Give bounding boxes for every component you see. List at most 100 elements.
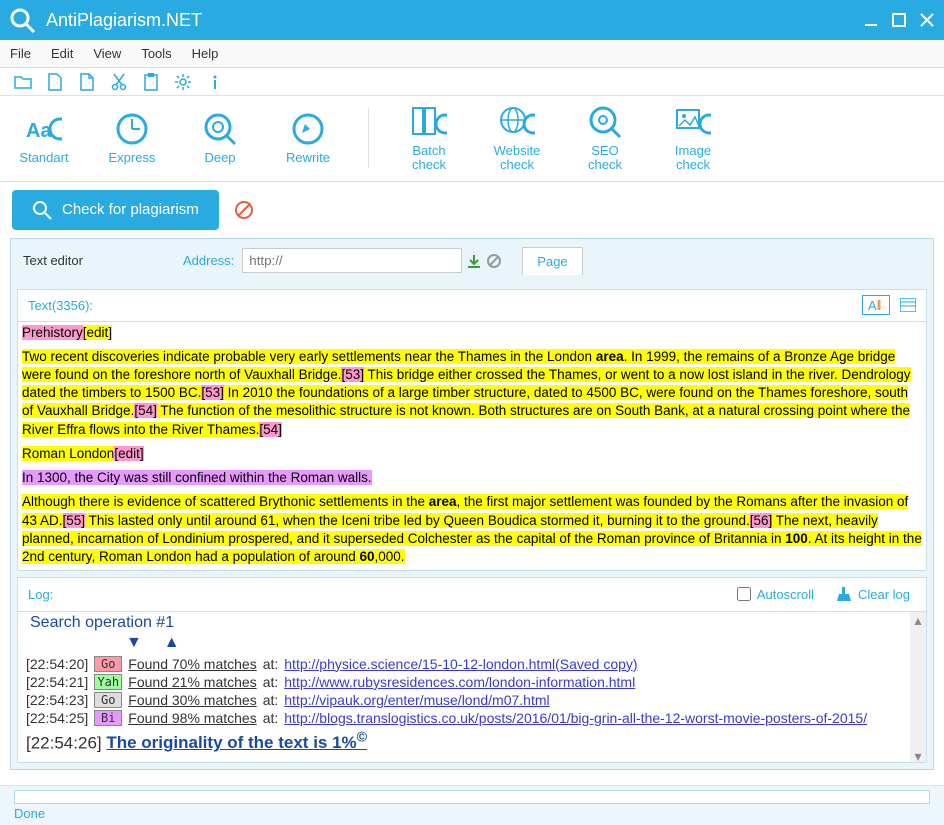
cut-icon[interactable] bbox=[110, 73, 128, 91]
text-chunk: ,000. bbox=[375, 549, 405, 564]
ribbon-website[interactable]: Website check bbox=[487, 104, 547, 173]
ribbon-express[interactable]: Express bbox=[102, 111, 162, 165]
ribbon-image[interactable]: Image check bbox=[663, 104, 723, 173]
log-found-link[interactable]: Found 98% matches bbox=[128, 710, 256, 726]
paste-icon[interactable] bbox=[142, 73, 160, 91]
progress-bar bbox=[14, 790, 930, 804]
log-at: at: bbox=[263, 674, 279, 690]
log-url-link[interactable]: http://blogs.translogistics.co.uk/posts/… bbox=[284, 710, 867, 726]
page-tab[interactable]: Page bbox=[522, 247, 582, 275]
block-icon[interactable] bbox=[486, 253, 502, 269]
log-timestamp: [22:54:20] bbox=[26, 656, 88, 672]
ribbon-seo-label: SEO check bbox=[588, 144, 622, 173]
status-text: Done bbox=[14, 806, 930, 821]
stop-icon[interactable] bbox=[235, 201, 253, 219]
menu-help[interactable]: Help bbox=[192, 46, 219, 61]
text-chunk: area bbox=[429, 494, 457, 509]
menu-tools[interactable]: Tools bbox=[141, 46, 171, 61]
text-chunk: area bbox=[596, 349, 624, 364]
ribbon-deep-label: Deep bbox=[204, 151, 235, 165]
ribbon-rewrite-label: Rewrite bbox=[286, 151, 330, 165]
address-input[interactable] bbox=[242, 248, 462, 273]
menu-view[interactable]: View bbox=[93, 46, 121, 61]
toolbar-small bbox=[0, 68, 944, 96]
text-chunk: [53] bbox=[341, 367, 364, 382]
rewrite-icon bbox=[290, 111, 326, 147]
originality-link[interactable]: The originality of the text is 1%© bbox=[106, 733, 367, 752]
titlebar: AntiPlagiarism.NET bbox=[0, 0, 944, 40]
text-chunk: [edit] bbox=[83, 325, 112, 340]
ribbon-standard[interactable]: Aa Standart bbox=[14, 111, 74, 165]
text-editor-label: Text editor bbox=[23, 253, 83, 268]
log-body[interactable]: Search operation #1 ▼ ▲ [22:54:20]GoFoun… bbox=[18, 612, 926, 762]
ribbon-seo[interactable]: SEO check bbox=[575, 104, 635, 173]
sort-down-icon[interactable]: ▼ bbox=[126, 634, 142, 651]
menubar: File Edit View Tools Help bbox=[0, 40, 944, 68]
text-chunk: [54] bbox=[134, 403, 157, 418]
autoscroll-checkbox[interactable] bbox=[737, 587, 751, 601]
ribbon-deep[interactable]: Deep bbox=[190, 111, 250, 165]
log-found-link[interactable]: Found 21% matches bbox=[128, 674, 256, 690]
ribbon-image-label: Image check bbox=[675, 144, 711, 173]
text-chunk: Roman London bbox=[22, 446, 114, 461]
log-at: at: bbox=[263, 656, 279, 672]
ribbon-batch[interactable]: Batch check bbox=[399, 104, 459, 173]
log-url-link[interactable]: http://physice.science/15-10-12-london.h… bbox=[284, 656, 637, 672]
app-title: AntiPlagiarism.NET bbox=[46, 10, 852, 31]
address-label: Address: bbox=[183, 253, 234, 268]
minimize-icon[interactable] bbox=[862, 11, 880, 29]
content-panel: Text editor Address: Page Text(3356): A … bbox=[10, 238, 934, 770]
log-url-link[interactable]: http://www.rubysresidences.com/london-in… bbox=[284, 674, 635, 690]
new-file-icon[interactable] bbox=[46, 73, 64, 91]
log-row: [22:54:25]BiFound 98% matches at: http:/… bbox=[26, 710, 918, 726]
text-chunk: [55] bbox=[63, 513, 86, 528]
highlight-icon[interactable]: A bbox=[862, 295, 890, 315]
text-chunk: In 1300, the City was still confined wit… bbox=[22, 470, 372, 485]
download-icon[interactable] bbox=[466, 253, 482, 269]
open-folder-icon[interactable] bbox=[14, 73, 32, 91]
ribbon-batch-label: Batch check bbox=[412, 144, 446, 173]
log-row: [22:54:20] Go Found 70% matches at: http:/… bbox=[26, 656, 918, 672]
close-icon[interactable] bbox=[918, 11, 936, 29]
text-panel: Text(3356): A Prehistory[edit] Two recen… bbox=[17, 289, 927, 571]
originality-line: [22:54:26] The originality of the text i… bbox=[26, 730, 918, 754]
text-chunk: Prehistory bbox=[22, 325, 83, 340]
text-chunk: Although there is evidence of scattered … bbox=[22, 494, 429, 509]
menu-file[interactable]: File bbox=[10, 46, 31, 61]
log-url-link[interactable]: http://vipauk.org/enter/muse/lond/m07.ht… bbox=[284, 692, 549, 708]
check-plagiarism-button[interactable]: Check for plagiarism bbox=[12, 190, 219, 230]
standard-icon: Aa bbox=[26, 111, 62, 147]
ribbon-standard-label: Standart bbox=[19, 151, 68, 165]
log-scrollbar[interactable]: ▴ ▾ bbox=[910, 612, 926, 762]
log-row: [22:54:23]GoFound 30% matches at: http:/… bbox=[26, 692, 918, 708]
ribbon-rewrite[interactable]: Rewrite bbox=[278, 111, 338, 165]
text-body[interactable]: Prehistory[edit] Two recent discoveries … bbox=[18, 322, 926, 570]
autoscroll-label: Autoscroll bbox=[757, 587, 814, 602]
sort-up-icon[interactable]: ▲ bbox=[164, 634, 180, 651]
log-found-link[interactable]: Found 30% matches bbox=[128, 692, 256, 708]
log-header: Log: Autoscroll Clear log bbox=[18, 578, 926, 612]
svg-text:Aa: Aa bbox=[26, 120, 52, 142]
log-found-link[interactable]: Found 70% matches bbox=[128, 656, 256, 672]
svg-text:A: A bbox=[868, 298, 877, 312]
actionbar: Check for plagiarism bbox=[0, 182, 944, 238]
log-engine-tag: Go bbox=[94, 656, 122, 672]
info-icon[interactable] bbox=[206, 73, 224, 91]
autoscroll-toggle[interactable]: Autoscroll bbox=[737, 587, 814, 602]
maximize-icon[interactable] bbox=[890, 11, 908, 29]
ribbon-separator bbox=[368, 108, 369, 168]
save-file-icon[interactable] bbox=[78, 73, 96, 91]
text-chunk: 60 bbox=[360, 549, 375, 564]
text-chunk: 100 bbox=[785, 531, 808, 546]
log-engine-tag: Go bbox=[94, 692, 122, 708]
menu-edit[interactable]: Edit bbox=[51, 46, 73, 61]
clear-log-label: Clear log bbox=[858, 587, 910, 602]
text-chunk: [56] bbox=[750, 513, 773, 528]
text-count-label: Text(3356): bbox=[28, 298, 852, 313]
text-chunk: Two recent discoveries indicate probable… bbox=[22, 349, 596, 364]
settings-gear-icon[interactable] bbox=[174, 73, 192, 91]
clear-log-button[interactable]: Clear log bbox=[830, 586, 916, 602]
layout-icon[interactable] bbox=[900, 298, 916, 312]
log-timestamp: [22:54:21] bbox=[26, 674, 88, 690]
log-engine-tag: Bi bbox=[94, 710, 122, 726]
